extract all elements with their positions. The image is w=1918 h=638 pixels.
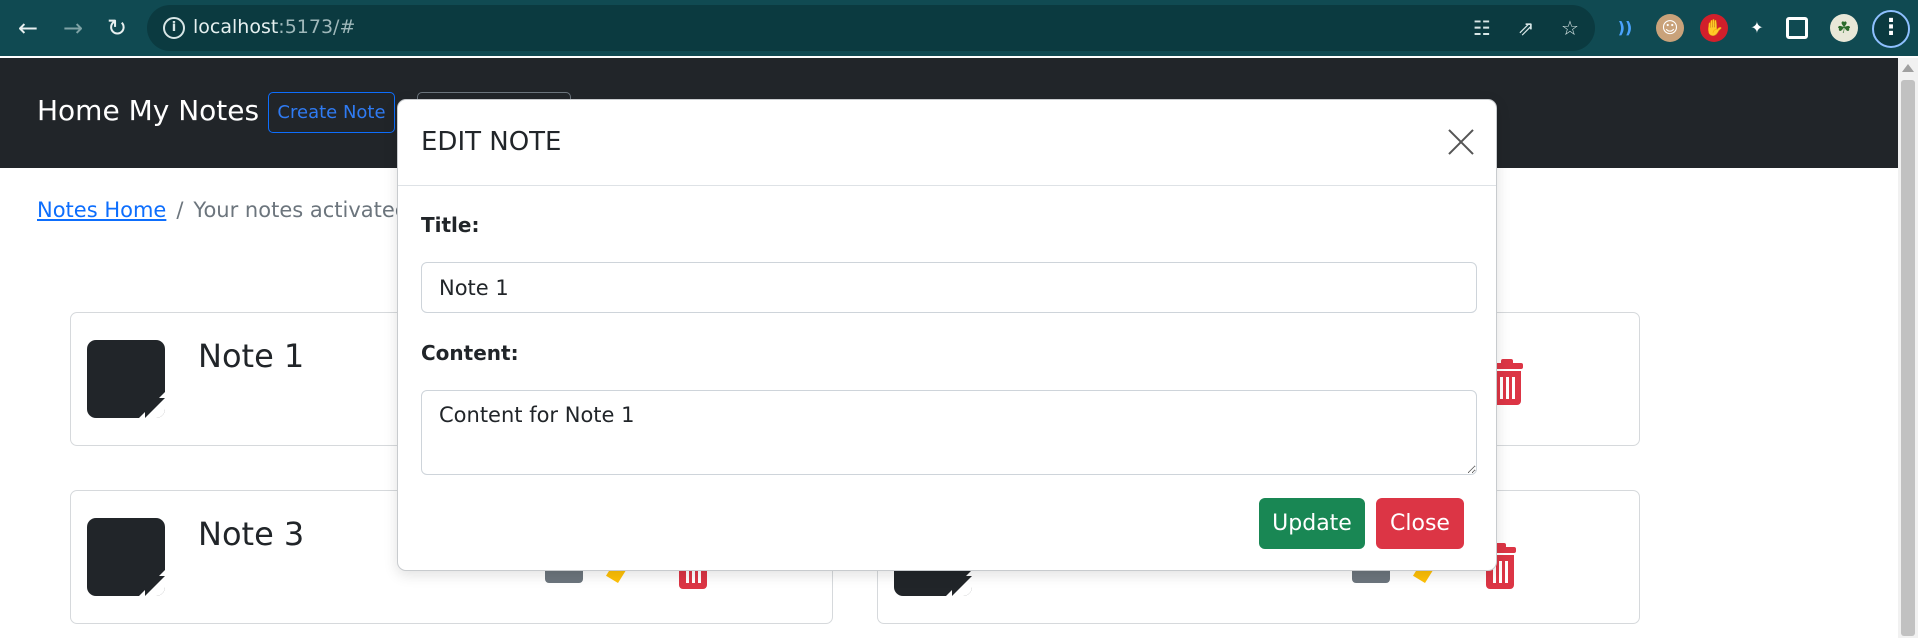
scroll-up-arrow-icon[interactable]	[1902, 64, 1914, 72]
page-scrollbar[interactable]	[1898, 58, 1918, 638]
title-label: Title:	[421, 213, 480, 237]
breadcrumb-current: Your notes activated	[193, 198, 409, 222]
url-host: localhost	[193, 16, 279, 38]
reload-icon[interactable]: ↻	[99, 10, 135, 46]
modal-title: EDIT NOTE	[421, 127, 562, 157]
address-bar[interactable]: i localhost:5173/# ☷ ⇗ ☆	[147, 5, 1595, 51]
bookmark-star-icon[interactable]: ☆	[1557, 15, 1583, 41]
translate-icon[interactable]: ☷	[1469, 15, 1495, 41]
url-text[interactable]: localhost:5173/#	[193, 16, 355, 38]
content-label: Content:	[421, 341, 519, 365]
modal-header: EDIT NOTE	[398, 100, 1496, 186]
note-title: Note 3	[198, 515, 305, 553]
scrollbar-thumb[interactable]	[1901, 80, 1915, 636]
create-note-button[interactable]: Create Note	[268, 92, 395, 133]
side-panel-icon[interactable]	[1786, 17, 1808, 39]
breadcrumb-home-link[interactable]: Notes Home	[37, 198, 166, 222]
note-title: Note 1	[198, 337, 305, 375]
update-button[interactable]: Update	[1259, 498, 1365, 549]
share-icon[interactable]: ⇗	[1513, 15, 1539, 41]
browser-toolbar: ← → ↻ i localhost:5173/# ☷ ⇗ ☆ )) ☺ ✋ ✦ …	[0, 0, 1918, 56]
close-icon[interactable]	[1446, 127, 1476, 157]
extension-wave-icon[interactable]: ))	[1611, 14, 1639, 42]
breadcrumb-separator: /	[176, 198, 184, 222]
close-button[interactable]: Close	[1376, 498, 1464, 549]
extension-face-icon[interactable]: ☺	[1656, 14, 1684, 42]
forward-arrow-icon[interactable]: →	[55, 10, 91, 46]
profile-avatar[interactable]: ☘	[1830, 14, 1858, 42]
breadcrumb: Notes Home / Your notes activated	[37, 198, 408, 222]
sticky-note-icon	[87, 518, 165, 596]
brand-title[interactable]: Home My Notes	[37, 94, 259, 127]
title-input[interactable]	[421, 262, 1477, 313]
extensions-puzzle-icon[interactable]: ✦	[1743, 14, 1771, 42]
url-path: :5173/#	[278, 16, 356, 38]
site-info-icon[interactable]: i	[163, 17, 185, 39]
extension-hand-icon[interactable]: ✋	[1700, 14, 1728, 42]
sticky-note-icon	[87, 340, 165, 418]
edit-note-modal: EDIT NOTE Title: Content: Content for No…	[397, 99, 1497, 571]
content-textarea[interactable]: Content for Note 1	[421, 390, 1477, 475]
browser-menu-icon[interactable]: ⋮	[1872, 10, 1910, 48]
back-arrow-icon[interactable]: ←	[10, 10, 46, 46]
